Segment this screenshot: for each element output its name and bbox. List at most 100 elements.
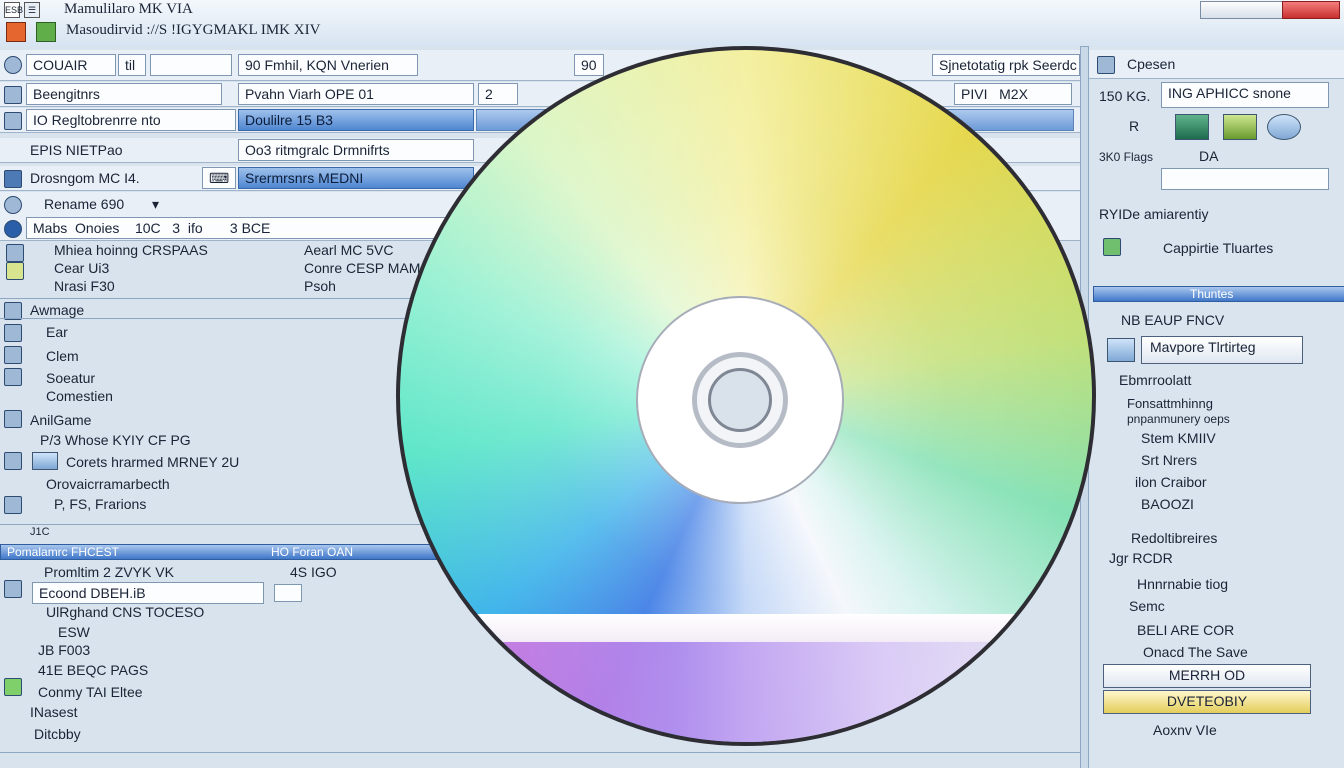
toolbar-field-4[interactable]: 90 <box>574 54 604 76</box>
form-field-2-mid3: B3 <box>315 112 333 128</box>
toolbar-field-2[interactable]: til <box>118 54 146 76</box>
section-item[interactable]: Comestien <box>46 388 113 404</box>
bottom-line: Promltim 2 ZVYK VK <box>44 564 174 580</box>
form-field-2-value[interactable]: Doulilre 15 B3 <box>238 109 474 131</box>
menu-icon[interactable]: ☰ <box>24 2 40 18</box>
form-field-4-value[interactable]: Srermrsnrs MEDNI <box>238 167 474 189</box>
side-empty-field[interactable] <box>1161 168 1329 190</box>
form-field-1-right[interactable]: PIVI M2X <box>954 83 1072 105</box>
highlight-button[interactable]: DVETEOBIY <box>1103 690 1311 714</box>
game-item[interactable]: P, FS, Frarions <box>54 496 146 512</box>
side-item[interactable]: Srt Nrers <box>1141 452 1197 468</box>
disc-band <box>400 614 1092 642</box>
add-icon[interactable] <box>4 678 22 696</box>
side-item[interactable]: Stem KMIIV <box>1141 430 1216 446</box>
game-item[interactable]: P/3 Whose KYIY CF PG <box>40 432 191 448</box>
form-field-1-value[interactable]: Pvahn Viarh OPE 01 <box>238 83 474 105</box>
bottom-item[interactable]: 41E BEQC PAGS <box>38 662 148 678</box>
form-field-3-value[interactable]: Oo3 ritmgralc Drmnifrts <box>238 139 474 161</box>
form-field-2-mid2: 15 <box>296 112 312 128</box>
toolbar-field-5[interactable]: Sjnetotatig rpk Seerdc <box>932 54 1080 76</box>
form-field-4-mid2: MEDNI <box>318 170 364 186</box>
bottom-field[interactable]: Ecoond DBEH.iB <box>32 582 264 604</box>
globe-icon <box>4 196 22 214</box>
form-field-1[interactable]: Beengitnrs <box>26 83 222 105</box>
secondary-button[interactable]: MERRH OD <box>1103 664 1311 688</box>
list-header-cells[interactable]: Mabs Onoies 10C 3 ifo 3 BCE <box>26 217 450 239</box>
side-item[interactable]: BELI ARE COR <box>1137 622 1234 638</box>
section-title: Awmage <box>30 302 85 318</box>
bottom-item[interactable]: UlRghand CNS TOCESO <box>46 604 204 620</box>
col-b: Onoies <box>75 220 120 236</box>
bottom-item[interactable]: INasest <box>30 704 77 720</box>
panel-icon <box>1097 56 1115 74</box>
side-section-2b: Jgr RCDR <box>1109 550 1173 566</box>
optical-disc-image <box>396 46 1096 746</box>
game-icon <box>4 410 22 428</box>
close-button[interactable] <box>1282 1 1340 19</box>
side-item[interactable]: Fonsattmhinng <box>1127 396 1213 411</box>
filter-icon[interactable] <box>4 170 22 188</box>
side-bar-label: Thuntes <box>1190 287 1234 301</box>
bottom-item[interactable]: JB F003 <box>38 642 90 658</box>
side-badge: DA <box>1199 148 1219 164</box>
side-section: Ebmrroolatt <box>1119 372 1192 388</box>
game-title: AnilGame <box>30 412 92 428</box>
primary-action-button[interactable]: Mavpore Tlrtirteg <box>1141 336 1303 364</box>
divider <box>0 318 440 319</box>
disc-drive-icon[interactable] <box>1267 114 1301 140</box>
bottom-item[interactable]: Conmy TAI Eltee <box>38 684 143 700</box>
bar-right: HO Foran OAN <box>271 545 354 559</box>
section-item[interactable]: Soeatur <box>46 370 95 386</box>
bottom-item[interactable]: ESW <box>58 624 90 640</box>
toolbar-field-1[interactable]: COUAIR <box>26 54 116 76</box>
archive-icon <box>4 496 22 514</box>
toolbar-slider[interactable] <box>150 54 232 76</box>
bottom-item[interactable]: Ditcbby <box>34 726 81 742</box>
save-icon[interactable] <box>6 22 26 42</box>
selected-bar[interactable]: Pomalamrc FHCEST HO Foran OAN <box>0 544 440 560</box>
toolbar-field-3[interactable]: 90 Fmhil, KQN Vnerien <box>238 54 418 76</box>
keyboard-icon[interactable]: ⌨ <box>202 167 236 189</box>
disc-bottom-gradient <box>400 642 1092 742</box>
section-item[interactable]: Ear <box>46 324 68 340</box>
divider <box>0 752 1080 753</box>
game-item[interactable]: Orovaicrramarbecth <box>46 476 170 492</box>
form-label-4: Drosngom MC I4. <box>30 170 140 186</box>
disc-center-hole <box>708 368 772 432</box>
side-panel-tab[interactable]: Cpesen <box>1127 56 1175 72</box>
form-field-2-mid: Doulilre <box>245 112 293 128</box>
side-item[interactable]: ilon Craibor <box>1135 474 1207 490</box>
status-line: Cappirtie Tluartes <box>1163 240 1274 256</box>
side-item[interactable]: Onacd The Save <box>1143 644 1248 660</box>
side-item[interactable]: BAOOZI <box>1141 496 1194 512</box>
pen-icon[interactable] <box>1223 114 1257 140</box>
section-item[interactable]: Clem <box>46 348 79 364</box>
cta-field[interactable]: ING APHICC snone <box>1161 82 1329 108</box>
col-a: Mabs <box>33 220 68 236</box>
side-item[interactable]: Semc <box>1129 598 1165 614</box>
photo-icon[interactable] <box>1175 114 1209 140</box>
side-bar[interactable]: Thuntes <box>1093 286 1344 302</box>
side-footer: Aoxnv VIe <box>1153 722 1217 738</box>
side-item[interactable]: Hnnrnabie tiog <box>1137 576 1228 592</box>
window-title: Mamulilaro MK VIA <box>64 1 193 17</box>
settings-icon[interactable] <box>4 56 22 74</box>
form-field-2[interactable]: IO Regltobrenrre nto <box>26 109 236 131</box>
form-label-5: Rename 690 <box>44 196 125 212</box>
side-row: 3K0 Flags <box>1099 150 1154 164</box>
document-icon[interactable] <box>36 22 56 42</box>
game-item[interactable]: Corets hrarmed MRNEY 2U <box>66 454 239 470</box>
app-icon: ESB <box>4 2 23 18</box>
bar-left: Pomalamrc FHCEST <box>7 545 120 559</box>
side-item[interactable]: pnpanmunery oeps <box>1127 412 1230 426</box>
bottom-field-icon[interactable] <box>274 584 302 602</box>
list-item[interactable]: Nrasi F30 <box>54 278 115 294</box>
side-panel-header: Cpesen <box>1089 50 1344 79</box>
disc-icon <box>4 220 22 238</box>
list-item[interactable]: Mhiea hoinng CRSPAAS <box>54 242 208 258</box>
list-item[interactable]: Cear Ui3 <box>54 260 109 276</box>
link-icon <box>4 580 22 598</box>
dropdown-icon[interactable]: ▾ <box>152 196 159 213</box>
form-field-1-num[interactable]: 2 <box>478 83 518 105</box>
